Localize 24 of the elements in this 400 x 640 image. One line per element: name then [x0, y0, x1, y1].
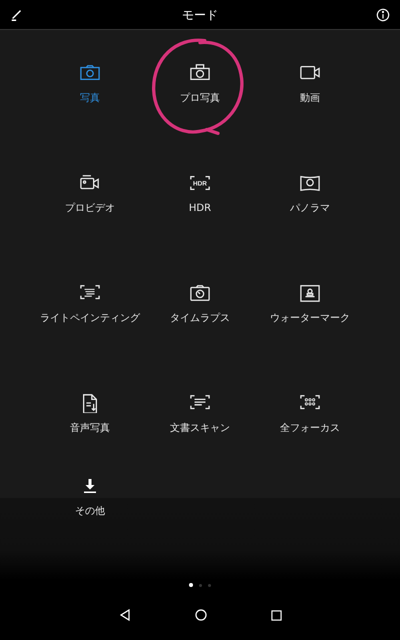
mode-button[interactable]: HDR: [188, 201, 212, 216]
info-icon[interactable]: [376, 8, 390, 22]
mode-button[interactable]: ライトペインティング: [40, 311, 140, 326]
panorama-icon[interactable]: [299, 173, 321, 193]
mode-button[interactable]: 写真: [80, 91, 100, 106]
mode-button[interactable]: 文書スキャン: [170, 421, 230, 436]
mode-button[interactable]: 全フォーカス: [280, 421, 340, 436]
mode-button[interactable]: タイムラプス: [170, 311, 230, 326]
stamp-icon[interactable]: [299, 283, 321, 303]
camera-icon[interactable]: [189, 63, 211, 83]
more-button[interactable]: その他: [75, 504, 105, 519]
recents-icon[interactable]: [270, 610, 282, 620]
download-icon[interactable]: [82, 478, 98, 494]
mode-button[interactable]: プロ写真: [180, 91, 220, 106]
header-title: モード: [182, 6, 218, 24]
mode-button[interactable]: 動画: [300, 91, 320, 106]
back-icon[interactable]: [118, 609, 130, 621]
mode-button[interactable]: ウォーターマーク: [270, 311, 350, 326]
home-icon[interactable]: [194, 609, 206, 621]
edit-icon[interactable]: [10, 8, 24, 22]
timer-camera-icon[interactable]: [189, 283, 211, 303]
mode-button[interactable]: パノラマ: [290, 201, 330, 216]
mode-button[interactable]: プロビデオ: [65, 201, 115, 216]
mode-button[interactable]: 音声写真: [70, 421, 110, 436]
